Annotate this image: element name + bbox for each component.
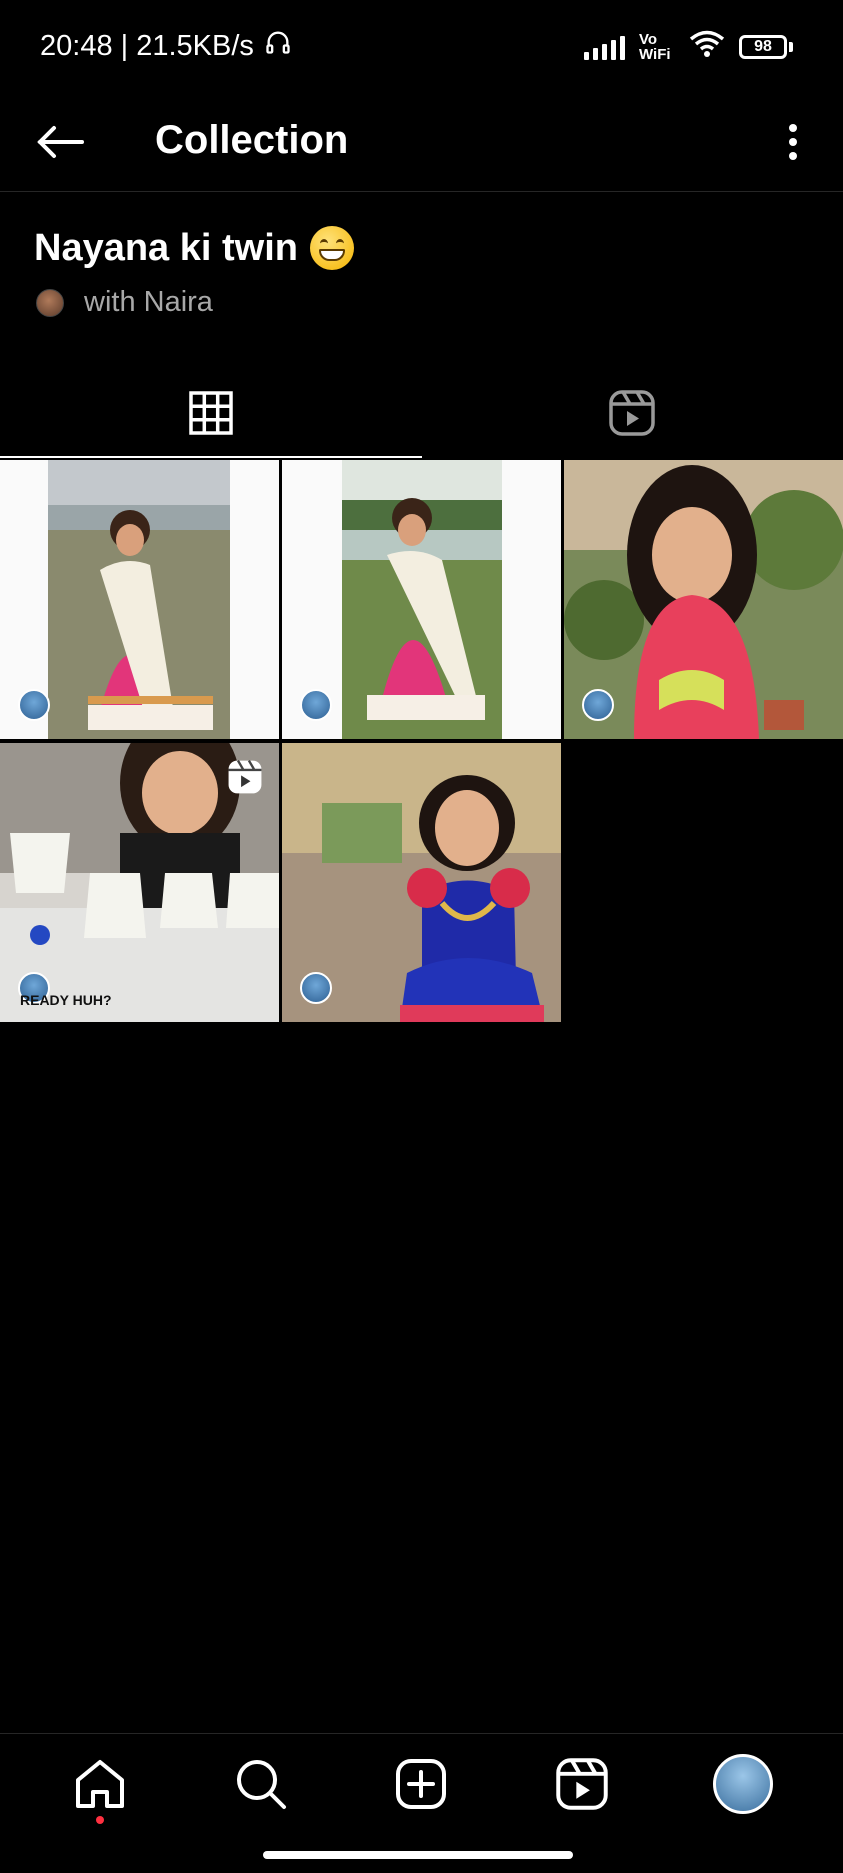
content-tabs [0, 368, 843, 458]
more-vertical-icon [789, 124, 797, 160]
reel-badge-icon [227, 759, 263, 800]
tab-active-indicator [0, 456, 422, 458]
arrow-left-icon [37, 126, 84, 158]
nav-home[interactable] [60, 1744, 140, 1824]
tab-grid[interactable] [0, 368, 422, 458]
top-app-bar: Collection [0, 92, 843, 192]
home-indicator[interactable] [263, 1851, 573, 1859]
nav-profile[interactable] [703, 1744, 783, 1824]
battery-level: 98 [739, 34, 787, 59]
post-thumbnail[interactable] [282, 460, 561, 739]
collaborators-label: with Naira [84, 286, 213, 318]
collaborators-row[interactable]: with Naira [36, 286, 213, 319]
owner-avatar [18, 689, 50, 721]
post-thumbnail[interactable]: READY HUH? [0, 743, 279, 1022]
add-post-icon [396, 1758, 447, 1809]
grid-icon [189, 391, 233, 435]
more-options-button[interactable] [763, 112, 823, 172]
bottom-navigation [0, 1733, 843, 1833]
signal-icon [584, 34, 625, 60]
nav-create[interactable] [381, 1744, 461, 1824]
post-thumbnail[interactable] [282, 743, 561, 1022]
back-button[interactable] [30, 112, 90, 172]
owner-avatar [300, 972, 332, 1004]
battery-icon: 98 [739, 34, 793, 59]
profile-avatar [712, 1753, 773, 1814]
status-bar: 20:48 | 21.5KB/s Vo WiFi 98 [0, 0, 843, 92]
notification-dot [96, 1815, 105, 1824]
collection-name: Nayana ki twin [34, 226, 354, 270]
nav-search[interactable] [221, 1744, 301, 1824]
headphones-icon [264, 28, 292, 64]
collaborator-avatar [36, 288, 64, 317]
reel-overlay-text: READY HUH? [20, 992, 112, 1008]
owner-avatar [300, 689, 332, 721]
vowifi-label: Vo WiFi [639, 30, 671, 63]
search-icon [236, 1759, 286, 1809]
status-left: 20:48 | 21.5KB/s [40, 28, 292, 64]
post-thumbnail[interactable] [0, 460, 279, 739]
tab-reels[interactable] [422, 368, 843, 458]
reels-icon [556, 1757, 608, 1810]
home-icon [76, 1759, 125, 1808]
status-time-speed: 20:48 | 21.5KB/s [40, 29, 254, 62]
post-thumbnail[interactable] [564, 460, 843, 739]
nav-reels[interactable] [542, 1744, 622, 1824]
reels-icon [609, 390, 655, 436]
owner-avatar [582, 689, 614, 721]
grinning-emoji-icon [309, 226, 354, 270]
status-right: Vo WiFi 98 [584, 30, 793, 63]
wifi-icon [689, 30, 725, 63]
post-grid: READY HUH? [0, 460, 843, 1022]
collection-title: Nayana ki twin [34, 226, 298, 269]
page-title: Collection [155, 118, 349, 162]
